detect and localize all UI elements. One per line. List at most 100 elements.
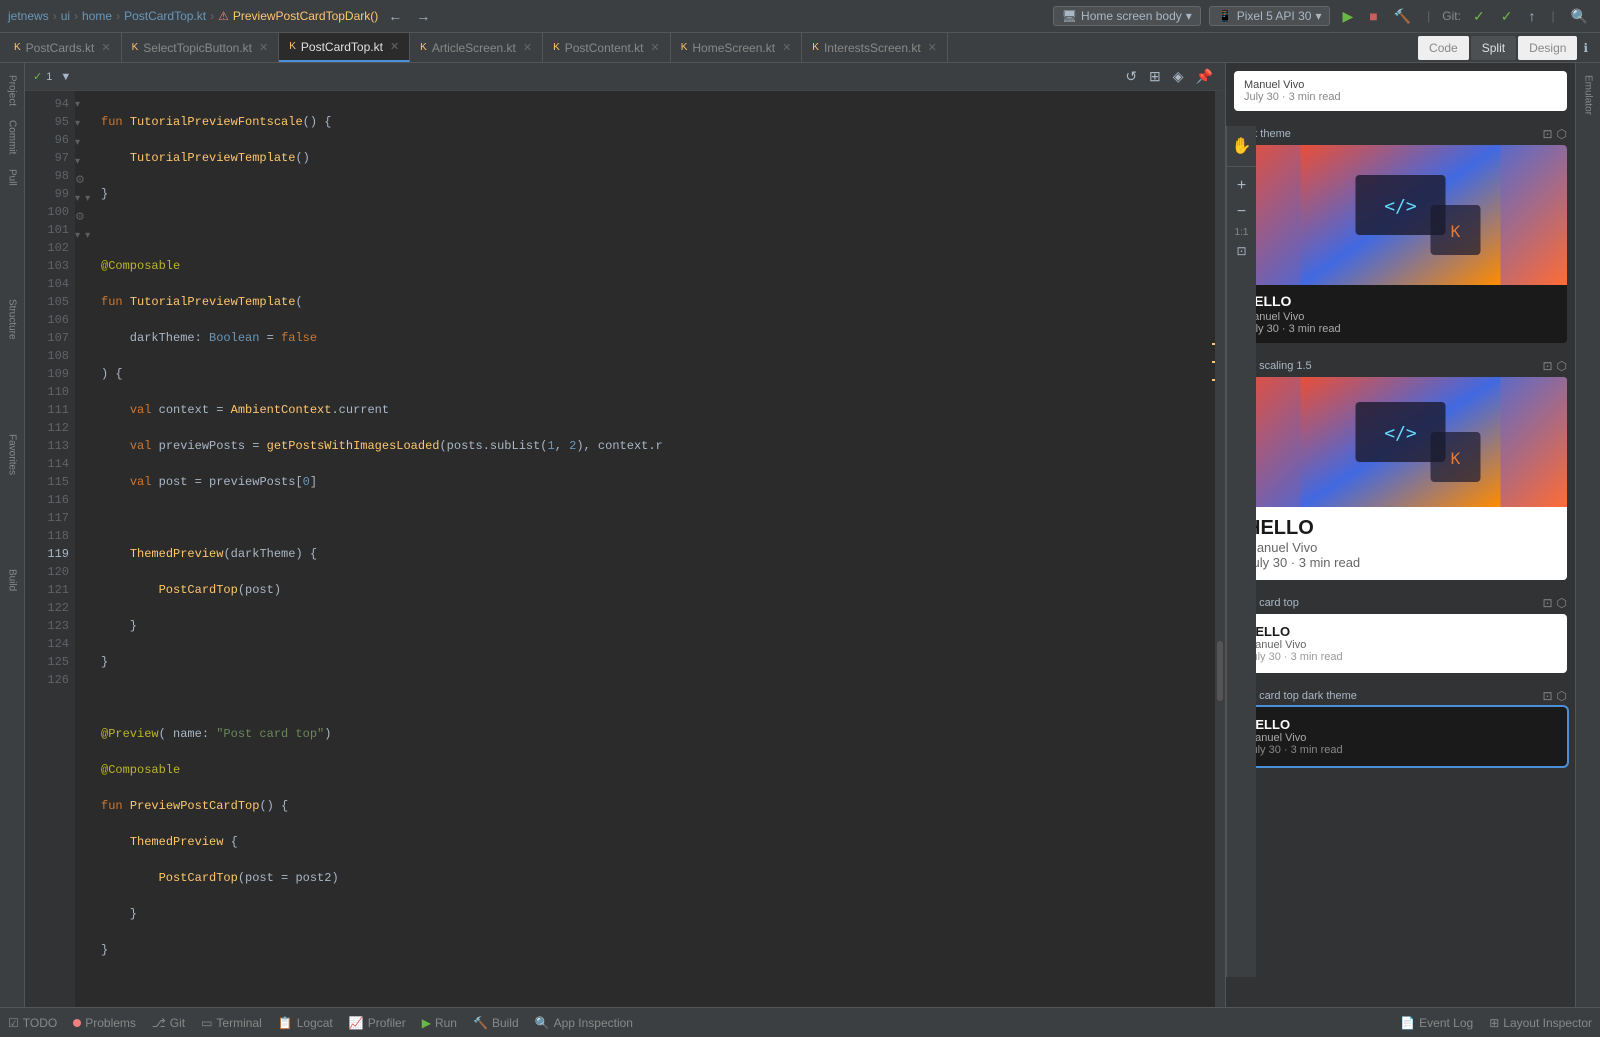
view-tab-group: Code Split Design ℹ [1418, 33, 1600, 62]
save-preview-font[interactable]: ⊡ [1542, 359, 1552, 373]
git-fetch-icon[interactable]: ↑ [1524, 6, 1539, 26]
close-articlescreen[interactable]: ✕ [523, 41, 532, 54]
tab-icon-postcards: K [14, 42, 21, 53]
view-tab-split[interactable]: Split [1471, 36, 1516, 60]
home-screen-body-dropdown[interactable]: 🖥 Home screen body ▾ [1053, 6, 1201, 26]
save-preview-dark[interactable]: ⊡ [1542, 127, 1552, 141]
close-homescreen[interactable]: ✕ [782, 41, 791, 54]
stop-button[interactable]: ■ [1365, 6, 1381, 26]
top-bar: jetnews › ui › home › PostCardTop.kt › ⚠… [0, 0, 1600, 33]
status-terminal[interactable]: ▭ Terminal [201, 1016, 262, 1030]
tab-interestsscreen[interactable]: K InterestsScreen.kt ✕ [802, 33, 948, 62]
preview-label-dark-theme: Dark theme ⊡ ⬡ [1234, 127, 1567, 141]
preview-label-font-scale: Font scaling 1.5 ⊡ ⬡ [1234, 359, 1567, 373]
event-log-icon: 📄 [1400, 1016, 1415, 1030]
breadcrumb-project[interactable]: jetnews [8, 9, 49, 23]
fit-button[interactable]: ⊡ [1232, 242, 1250, 260]
external-dark-top[interactable]: ⬡ [1557, 689, 1567, 703]
breadcrumb-function[interactable]: PreviewPostCardTopDark() [233, 9, 378, 23]
tab-homescreen[interactable]: K HomeScreen.kt ✕ [671, 33, 803, 62]
preview-item-post-card-dark: Post card top dark theme ⊡ ⬡ HELLO Manue… [1234, 689, 1567, 766]
build-icon[interactable]: 🔨 [1390, 6, 1415, 27]
code-area: 94 95 96 97 98 99 100 101 102 103 104 10… [25, 91, 1225, 1007]
refresh-icon[interactable]: ↺ [1121, 66, 1141, 87]
status-todo[interactable]: ☑ TODO [8, 1016, 57, 1030]
code-scrollbar-thumb[interactable] [1217, 641, 1223, 701]
view-tab-design[interactable]: Design [1518, 36, 1577, 60]
dark-card-author: Manuel Vivo [1244, 311, 1557, 323]
close-postcardtop[interactable]: ✕ [390, 40, 399, 53]
layout-inspector-icon: ⊞ [1489, 1016, 1499, 1030]
monitor-icon: 🖥 [1062, 9, 1077, 23]
todo-icon: ☑ [8, 1016, 19, 1030]
code-content[interactable]: fun TutorialPreviewFontscale() { Tutoria… [93, 91, 1209, 1007]
expand-icon[interactable]: ▼ [56, 69, 75, 85]
status-event-log[interactable]: 📄 Event Log [1400, 1016, 1473, 1030]
info-icon[interactable]: ℹ [1579, 39, 1592, 57]
tab-postcontent[interactable]: K PostContent.kt ✕ [543, 33, 671, 62]
status-run[interactable]: ▶ Run [422, 1016, 457, 1030]
preview-item-post-card-top: Post card top ⊡ ⬡ HELLO Manuel Vivo July… [1234, 596, 1567, 673]
pin-icon[interactable]: 📌 [1192, 66, 1217, 87]
search-button[interactable]: 🔍 [1567, 6, 1592, 27]
code-scrollbar[interactable] [1215, 91, 1225, 1007]
run-status-icon: ▶ [422, 1016, 431, 1030]
status-build[interactable]: 🔨 Build [473, 1016, 519, 1030]
status-git[interactable]: ⎇ Git [152, 1016, 185, 1030]
gutter-favorites[interactable]: Favorites [5, 430, 20, 479]
gutter-structure[interactable]: Structure [5, 295, 20, 344]
status-problems[interactable]: Problems [73, 1016, 136, 1030]
tab-selecttopic[interactable]: K SelectTopicButton.kt ✕ [122, 33, 280, 62]
gutter-project[interactable]: Project [5, 71, 20, 110]
status-app-inspection[interactable]: 🔍 App Inspection [535, 1016, 633, 1030]
svg-text:</>: </> [1384, 196, 1417, 217]
view-tab-code[interactable]: Code [1418, 36, 1469, 60]
zoom-in-button[interactable]: + [1233, 175, 1250, 197]
grid-icon[interactable]: ⊞ [1145, 66, 1165, 87]
status-logcat[interactable]: 📋 Logcat [278, 1016, 333, 1030]
close-postcontent[interactable]: ✕ [650, 41, 659, 54]
build-status-icon: 🔨 [473, 1016, 488, 1030]
hand-tool-button[interactable]: ✋ [1228, 134, 1256, 158]
external-top[interactable]: ⬡ [1557, 596, 1567, 610]
tab-postcardtop[interactable]: K PostCardTop.kt ✕ [279, 33, 410, 62]
tab-icon-interests: K [812, 42, 819, 53]
status-layout-inspector[interactable]: ⊞ Layout Inspector [1489, 1016, 1592, 1030]
font-scale-author: Manuel Vivo [1246, 540, 1555, 555]
zoom-out-button[interactable]: − [1233, 201, 1250, 223]
gutter-pull[interactable]: Pull [5, 165, 20, 190]
problems-dot [73, 1019, 81, 1027]
pixel-dropdown[interactable]: 📱 Pixel 5 API 30 ▾ [1209, 6, 1331, 26]
font-scale-date: July 30 · 3 min read [1246, 555, 1555, 570]
dark-theme-card: </> K HELLO Manuel Vivo July 30 · 3 min … [1234, 145, 1567, 343]
preview-item-dark-theme: Dark theme ⊡ ⬡ [1234, 127, 1567, 343]
right-emulator-icon[interactable]: Emulator [1581, 71, 1596, 119]
run-button[interactable]: ▶ [1338, 6, 1357, 27]
small-card-author: Manuel Vivo [1246, 639, 1555, 651]
save-preview-top[interactable]: ⊡ [1542, 596, 1552, 610]
tab-postcards[interactable]: K PostCards.kt ✕ [4, 33, 122, 62]
external-dark[interactable]: ⬡ [1557, 127, 1567, 141]
close-selecttopic[interactable]: ✕ [259, 41, 268, 54]
save-preview-dark-top[interactable]: ⊡ [1542, 689, 1552, 703]
preview-content[interactable]: Manuel Vivo July 30 · 3 min read Dark th… [1226, 63, 1575, 1007]
git-push-icon[interactable]: ✓ [1497, 6, 1517, 27]
git-commit-icon[interactable]: ✓ [1469, 6, 1489, 27]
gutter-build[interactable]: Build [5, 565, 20, 595]
layer-icon[interactable]: ◈ [1169, 66, 1188, 87]
status-profiler[interactable]: 📈 Profiler [349, 1016, 406, 1030]
close-interests[interactable]: ✕ [928, 41, 937, 54]
external-font[interactable]: ⬡ [1557, 359, 1567, 373]
forward-button[interactable]: → [412, 6, 434, 26]
font-scale-text: HELLO Manuel Vivo July 30 · 3 min read [1234, 507, 1567, 580]
dark-card-title: HELLO [1244, 293, 1557, 309]
close-postcards[interactable]: ✕ [101, 41, 110, 54]
tab-articlescreen[interactable]: K ArticleScreen.kt ✕ [410, 33, 543, 62]
back-button[interactable]: ← [384, 6, 406, 26]
gutter-commit[interactable]: Commit [5, 116, 20, 158]
breadcrumb-file[interactable]: PostCardTop.kt [124, 9, 206, 23]
preview-item-top-partial: Manuel Vivo July 30 · 3 min read [1234, 71, 1567, 111]
git-status-icon: ⎇ [152, 1016, 166, 1030]
breadcrumb-ui[interactable]: ui [61, 9, 70, 23]
breadcrumb-home[interactable]: home [82, 9, 112, 23]
